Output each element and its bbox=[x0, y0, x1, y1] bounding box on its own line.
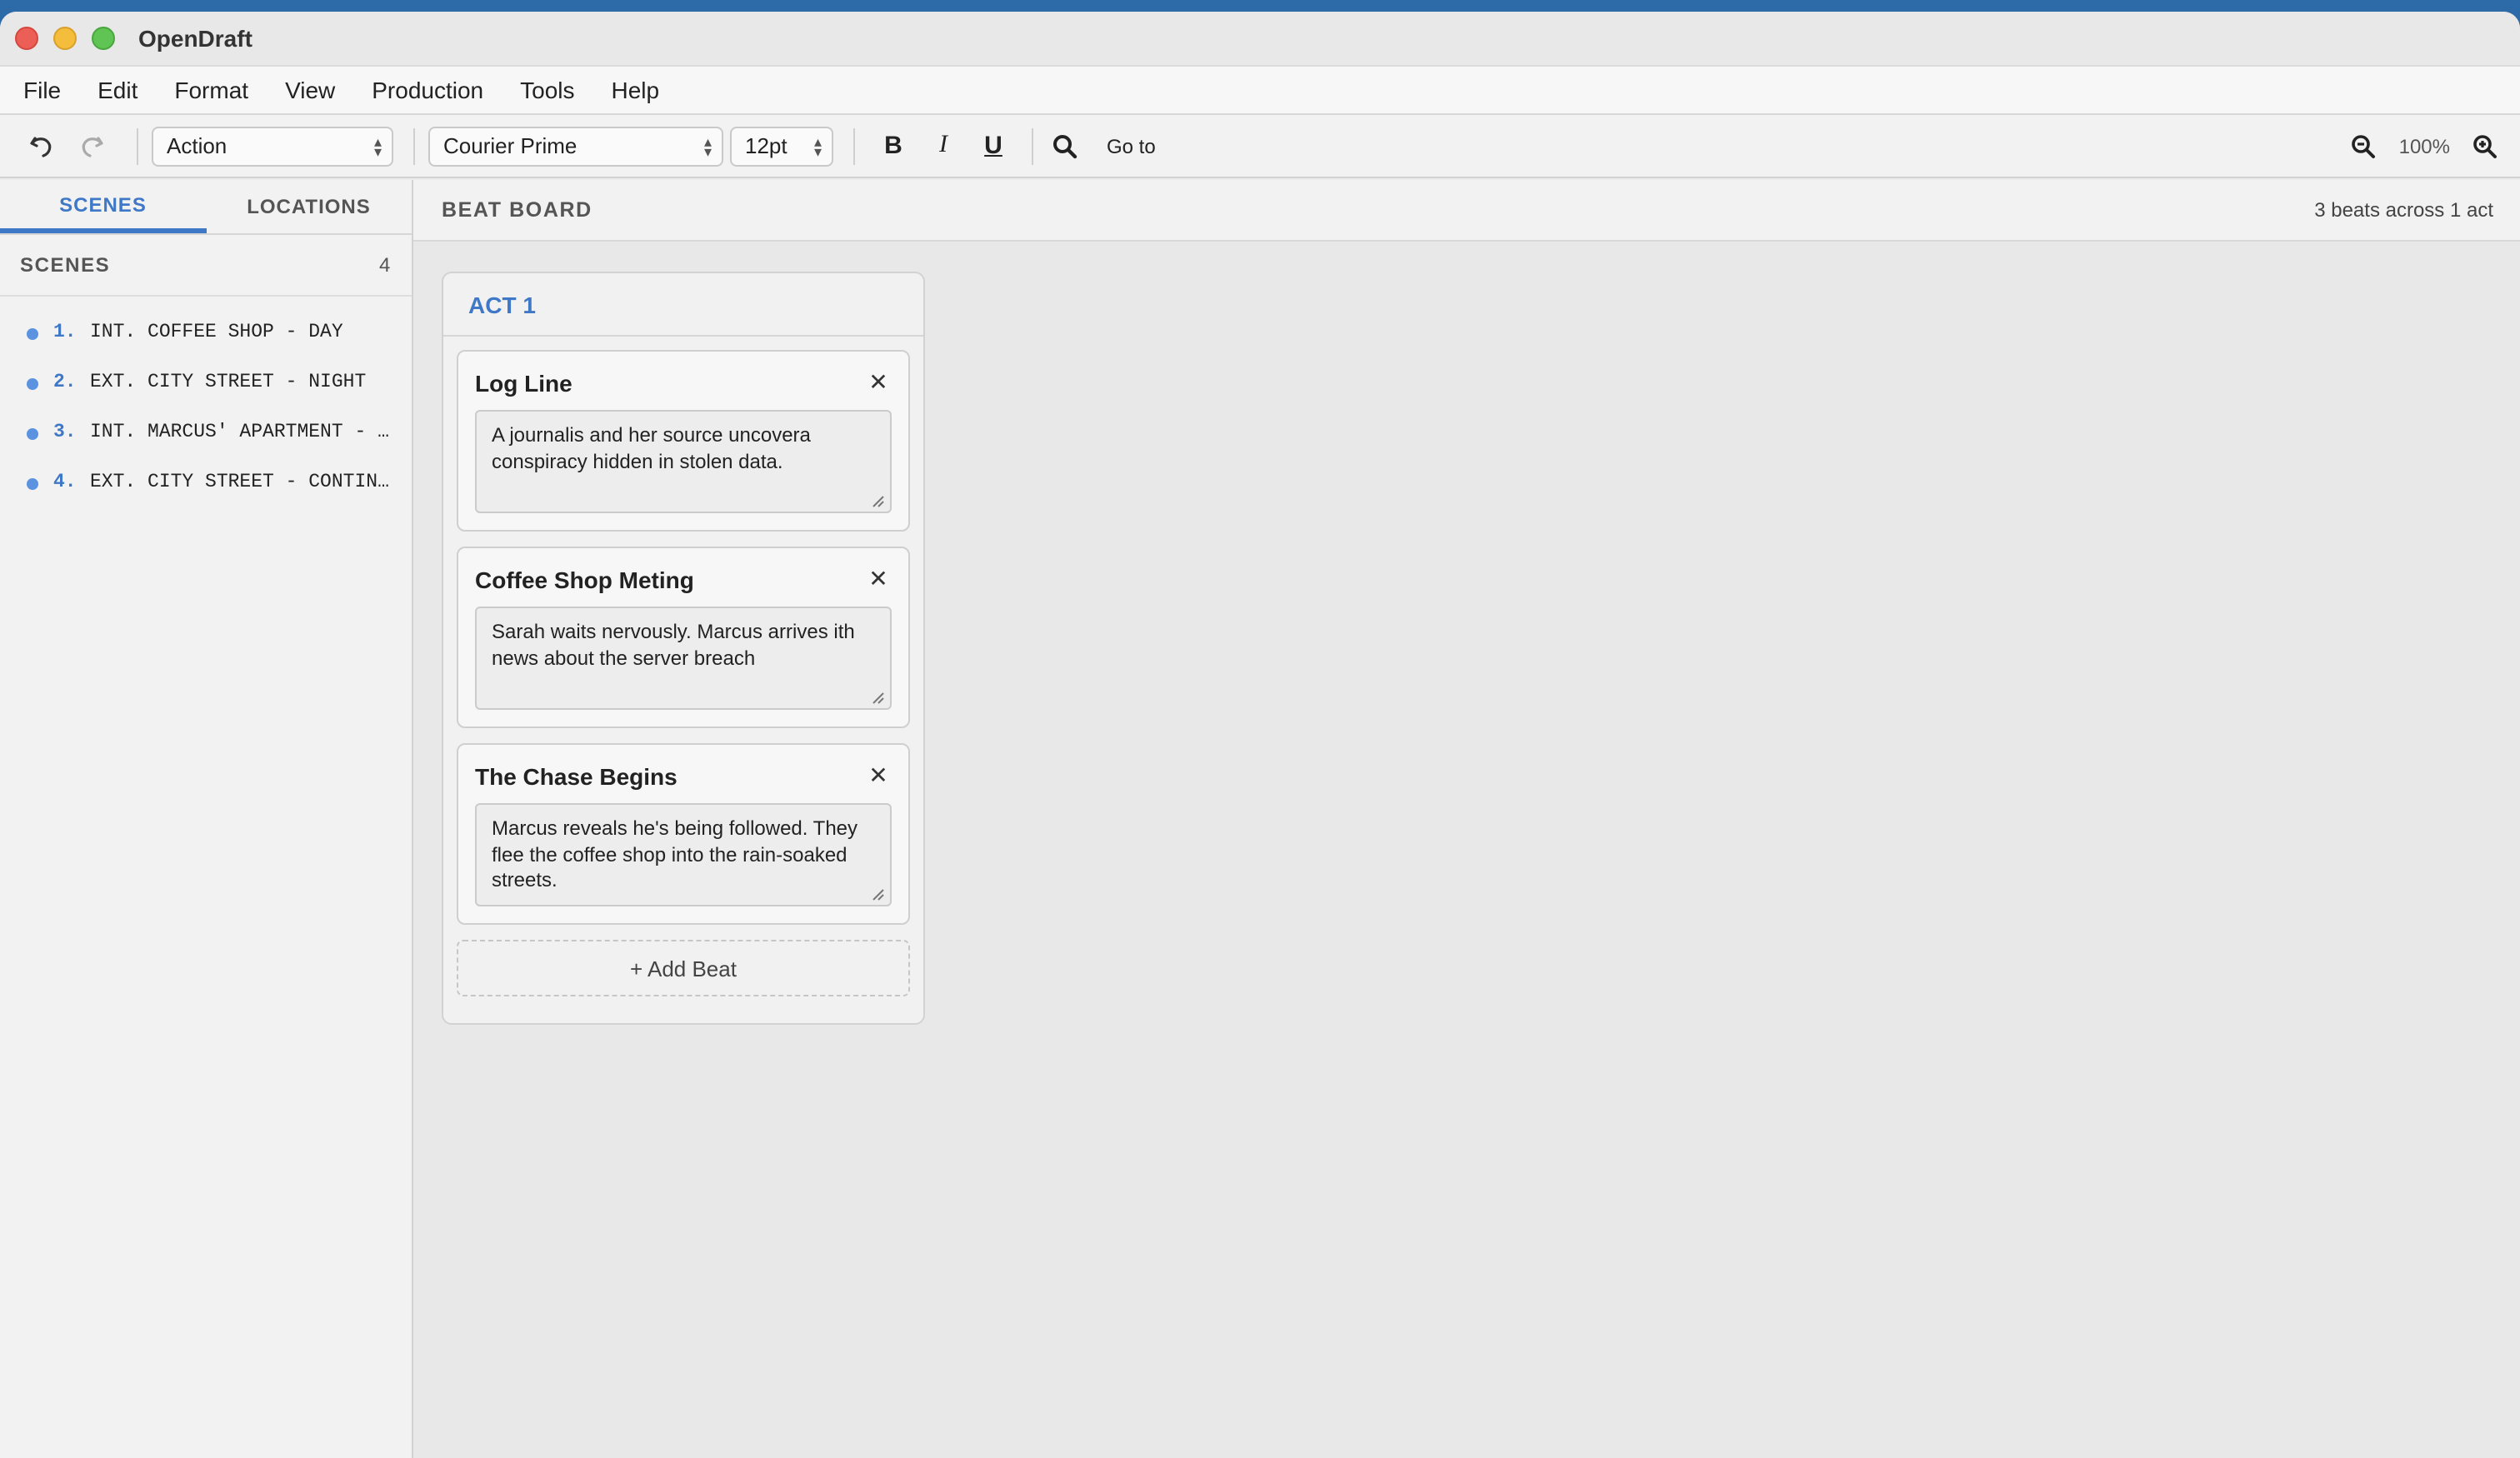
menu-production[interactable]: Production bbox=[372, 77, 483, 103]
close-icon[interactable]: ✕ bbox=[865, 761, 892, 790]
scene-item[interactable]: 1. INT. COFFEE SHOP - DAY bbox=[0, 307, 412, 357]
scenes-count: 4 bbox=[379, 253, 392, 277]
tab-locations[interactable]: LOCATIONS bbox=[206, 180, 412, 233]
scene-list: 1. INT. COFFEE SHOP - DAY 2. EXT. CITY S… bbox=[0, 297, 412, 507]
beat-description[interactable]: A journalis and her source uncovera cons… bbox=[475, 410, 892, 513]
scene-slug: EXT. CITY STREET - CONTINUOUS bbox=[90, 471, 390, 492]
act-column: ACT 1 Log Line ✕ A journalis and her sou… bbox=[442, 272, 925, 1025]
font-size-value: 12pt bbox=[745, 133, 788, 158]
undo-icon[interactable] bbox=[23, 127, 60, 164]
toolbar-separator bbox=[137, 127, 138, 164]
close-window-button[interactable] bbox=[15, 27, 38, 50]
beat-board-title: BEAT BOARD bbox=[442, 198, 592, 222]
beat-list: Log Line ✕ A journalis and her source un… bbox=[443, 337, 923, 1023]
menu-tools[interactable]: Tools bbox=[520, 77, 574, 103]
search-icon[interactable] bbox=[1047, 127, 1083, 164]
beat-title[interactable]: Coffee Shop Meting bbox=[475, 566, 694, 592]
scene-slug: INT. COFFEE SHOP - DAY bbox=[90, 321, 343, 342]
tab-scenes[interactable]: SCENES bbox=[0, 180, 206, 233]
bold-button[interactable]: B bbox=[873, 126, 913, 166]
scene-number: 4. bbox=[53, 471, 77, 492]
app-window: OpenDraft File Edit Format View Producti… bbox=[0, 12, 2520, 1458]
menu-format[interactable]: Format bbox=[174, 77, 248, 103]
beat-description-text: A journalis and her source uncovera cons… bbox=[492, 423, 811, 472]
scene-dot-icon bbox=[27, 478, 38, 490]
font-select[interactable]: Courier Prime ▴ ▾ bbox=[428, 126, 723, 166]
beat-card[interactable]: Log Line ✕ A journalis and her source un… bbox=[457, 350, 910, 532]
scenes-header-label: SCENES bbox=[20, 253, 111, 277]
element-type-select[interactable]: Action ▴ ▾ bbox=[152, 126, 393, 166]
menu-bar: File Edit Format View Production Tools H… bbox=[0, 67, 2520, 115]
goto-button[interactable]: Go to bbox=[1107, 134, 1156, 157]
add-beat-button[interactable]: + Add Beat bbox=[457, 940, 910, 996]
close-icon[interactable]: ✕ bbox=[865, 565, 892, 593]
zoom-out-icon[interactable] bbox=[2346, 128, 2382, 165]
underline-button[interactable]: U bbox=[973, 126, 1013, 166]
resize-handle-icon[interactable] bbox=[870, 690, 885, 705]
beat-board: BEAT BOARD 3 beats across 1 act ACT 1 Lo… bbox=[413, 180, 2520, 1458]
beat-card[interactable]: The Chase Begins ✕ Marcus reveals he's b… bbox=[457, 743, 910, 925]
element-type-value: Action bbox=[167, 133, 228, 158]
scene-dot-icon bbox=[27, 428, 38, 440]
act-title[interactable]: ACT 1 bbox=[443, 273, 923, 337]
beat-title[interactable]: The Chase Begins bbox=[475, 762, 678, 789]
main-area: SCENES LOCATIONS SCENES 4 1. INT. COFFEE… bbox=[0, 180, 2520, 1458]
beat-description-text: Marcus reveals he's being followed. They… bbox=[492, 816, 858, 891]
font-size-select[interactable]: 12pt ▴ ▾ bbox=[730, 126, 833, 166]
beat-title[interactable]: Log Line bbox=[475, 369, 572, 396]
scene-item[interactable]: 2. EXT. CITY STREET - NIGHT bbox=[0, 357, 412, 407]
maximize-window-button[interactable] bbox=[92, 27, 115, 50]
beat-description[interactable]: Marcus reveals he's being followed. They… bbox=[475, 803, 892, 906]
scene-dot-icon bbox=[27, 328, 38, 340]
font-value: Courier Prime bbox=[443, 133, 578, 158]
zoom-level: 100% bbox=[2398, 135, 2450, 158]
zoom-controls: 100% bbox=[2346, 115, 2503, 178]
app-title: OpenDraft bbox=[138, 25, 252, 52]
scene-slug: EXT. CITY STREET - NIGHT bbox=[90, 371, 367, 392]
scene-number: 2. bbox=[53, 371, 77, 392]
scenes-header: SCENES 4 bbox=[0, 235, 412, 297]
beat-description[interactable]: Sarah waits nervously. Marcus arrives it… bbox=[475, 607, 892, 710]
select-arrows-icon: ▴ ▾ bbox=[813, 132, 822, 159]
italic-button[interactable]: I bbox=[923, 126, 963, 166]
toolbar: Action ▴ ▾ Courier Prime ▴ ▾ 12pt ▴ ▾ B I U… bbox=[0, 115, 2520, 178]
toolbar-separator bbox=[413, 127, 415, 164]
beat-description-text: Sarah waits nervously. Marcus arrives it… bbox=[492, 620, 855, 669]
resize-handle-icon[interactable] bbox=[870, 886, 885, 901]
title-bar: OpenDraft bbox=[0, 12, 2520, 67]
menu-file[interactable]: File bbox=[23, 77, 61, 103]
scene-item[interactable]: 4. EXT. CITY STREET - CONTINUOUS bbox=[0, 457, 412, 507]
select-arrows-icon: ▴ ▾ bbox=[703, 132, 712, 159]
scene-dot-icon bbox=[27, 378, 38, 390]
scene-item[interactable]: 3. INT. MARCUS' APARTMENT - NIGHT bbox=[0, 407, 412, 457]
toolbar-separator bbox=[853, 127, 855, 164]
menu-edit[interactable]: Edit bbox=[98, 77, 138, 103]
sidebar: SCENES LOCATIONS SCENES 4 1. INT. COFFEE… bbox=[0, 180, 413, 1458]
beat-board-header: BEAT BOARD 3 beats across 1 act bbox=[413, 180, 2520, 242]
menu-help[interactable]: Help bbox=[612, 77, 660, 103]
resize-handle-icon[interactable] bbox=[870, 493, 885, 508]
close-icon[interactable]: ✕ bbox=[865, 368, 892, 397]
menu-view[interactable]: View bbox=[285, 77, 335, 103]
scene-slug: INT. MARCUS' APARTMENT - NIGHT bbox=[90, 421, 390, 442]
beat-board-summary: 3 beats across 1 act bbox=[2314, 198, 2493, 222]
scene-number: 1. bbox=[53, 321, 77, 342]
toolbar-separator bbox=[1032, 127, 1033, 164]
zoom-in-icon[interactable] bbox=[2467, 128, 2503, 165]
minimize-window-button[interactable] bbox=[53, 27, 77, 50]
beat-card[interactable]: Coffee Shop Meting ✕ Sarah waits nervous… bbox=[457, 547, 910, 728]
sidebar-tabs: SCENES LOCATIONS bbox=[0, 180, 412, 235]
select-arrows-icon: ▴ ▾ bbox=[373, 132, 382, 159]
scene-number: 3. bbox=[53, 421, 77, 442]
redo-icon[interactable] bbox=[73, 127, 110, 164]
